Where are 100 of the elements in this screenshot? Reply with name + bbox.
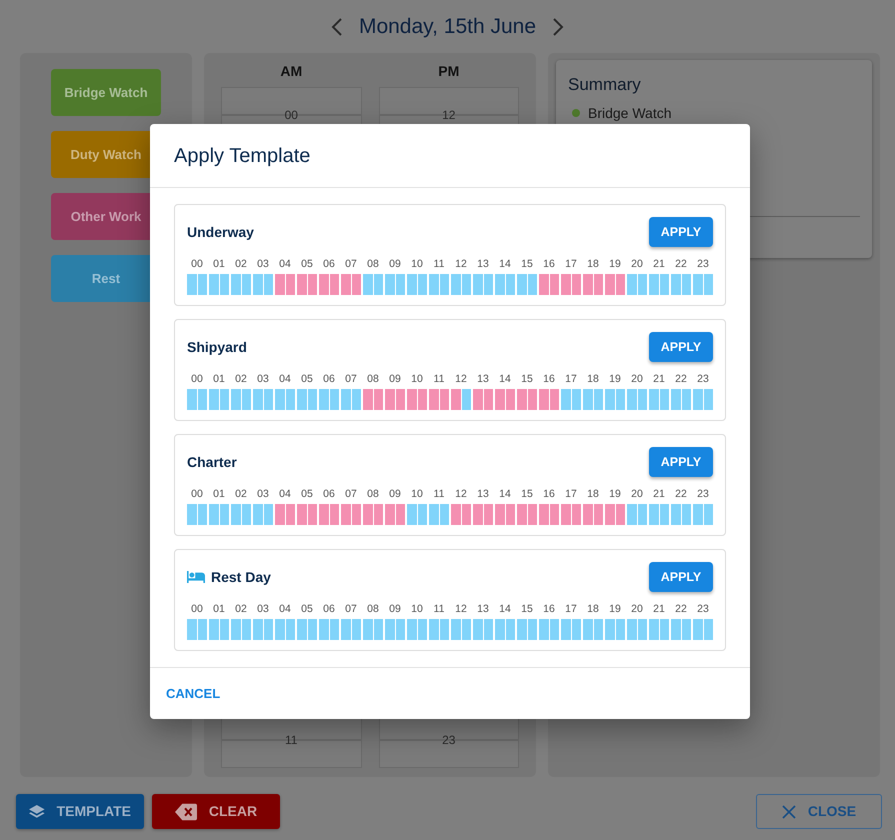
hour-label: 18 [586,487,600,501]
hour-label: 04 [278,257,292,271]
hour-label: 12 [454,257,468,271]
hour-label: 08 [366,372,380,386]
hour-label: 20 [630,257,644,271]
hour-label: 13 [476,372,490,386]
hour-label: 01 [212,372,226,386]
hour-label: 23 [696,487,710,501]
apply-button[interactable]: APPLY [649,447,713,477]
hour-label: 06 [322,602,336,616]
apply-button[interactable]: APPLY [649,217,713,247]
hour-label: 22 [674,487,688,501]
hour-label: 17 [564,372,578,386]
hour-label: 05 [300,372,314,386]
hour-label: 03 [256,602,270,616]
hour-label: 15 [520,487,534,501]
hour-label: 01 [212,487,226,501]
dialog-title: Apply Template [174,144,310,168]
hour-label: 02 [234,257,248,271]
hour-label: 16 [542,487,556,501]
hour-label: 17 [564,257,578,271]
chevron-right-icon[interactable] [552,16,564,36]
hour-label: 12 [454,487,468,501]
hour-label: 00 [190,372,204,386]
hour-label: 06 [322,372,336,386]
hour-label: 22 [674,257,688,271]
column-heading: AM [279,62,304,81]
hour-label: 06 [322,257,336,271]
hour-label: 00 [284,108,298,122]
hour-label: 02 [234,602,248,616]
hour-label: 00 [190,487,204,501]
hour-label: 11 [432,602,446,616]
hour-label: 19 [608,602,622,616]
hour-label: 04 [278,372,292,386]
hour-label: 07 [344,257,358,271]
hour-label: 14 [498,602,512,616]
hour-label: 00 [190,257,204,271]
summary-item-label: Bridge Watch [588,105,672,121]
hour-label: 09 [388,487,402,501]
hour-label: 04 [278,602,292,616]
hour-label: 13 [476,257,490,271]
hour-label: 07 [344,372,358,386]
hour-label: 19 [608,257,622,271]
hour-label: 12 [442,108,456,122]
hour-label: 15 [520,602,534,616]
hour-label: 12 [454,602,468,616]
hour-label: 21 [652,257,666,271]
cancel-button[interactable]: CANCEL [166,684,220,704]
hour-label: 17 [564,602,578,616]
hour-label: 18 [586,602,600,616]
hour-label: 17 [564,487,578,501]
hour-label: 10 [410,257,424,271]
hour-label: 14 [498,372,512,386]
apply-button[interactable]: APPLY [649,332,713,362]
hour-label: 20 [630,487,644,501]
hour-label: 20 [630,372,644,386]
template-name: Rest Day [211,568,271,587]
hour-label: 11 [285,732,298,747]
hour-label: 13 [476,602,490,616]
hour-label: 14 [498,257,512,271]
chevron-left-icon[interactable] [330,16,343,36]
clear-button[interactable]: CLEAR [152,794,280,829]
hour-label: 18 [586,257,600,271]
hour-label: 09 [388,257,402,271]
hour-label: 06 [322,487,336,501]
layers-icon [29,802,45,820]
hour-label: 10 [410,372,424,386]
hour-label: 16 [542,257,556,271]
apply-button[interactable]: APPLY [649,562,713,592]
close-icon [782,804,796,818]
hour-label: 21 [652,602,666,616]
hour-label: 02 [234,372,248,386]
hour-label: 22 [674,372,688,386]
hour-label: 15 [520,257,534,271]
close-button[interactable]: CLOSE [756,794,882,829]
hour-label: 07 [344,487,358,501]
hour-label: 03 [256,372,270,386]
hour-label: 18 [586,372,600,386]
template-name: Charter [187,452,237,472]
hour-label: 23 [442,732,456,747]
activity-button[interactable]: Bridge Watch [51,69,161,116]
hour-label: 15 [520,372,534,386]
hour-label: 08 [366,487,380,501]
template-name: Shipyard [187,338,247,357]
hour-label: 23 [696,602,710,616]
hour-label: 08 [366,257,380,271]
hour-label: 01 [212,257,226,271]
hour-label: 09 [388,372,402,386]
hour-label: 02 [234,487,248,501]
hour-label: 19 [608,487,622,501]
hour-label: 10 [410,487,424,501]
hour-label: 16 [542,372,556,386]
hour-label: 11 [432,487,446,501]
hour-label: 23 [696,257,710,271]
template-name: Underway [187,222,254,242]
hour-label: 11 [432,372,446,386]
hour-label: 21 [652,372,666,386]
summary-title: Summary [568,74,642,96]
template-button[interactable]: TEMPLATE [16,794,144,829]
hour-label: 07 [344,602,358,616]
